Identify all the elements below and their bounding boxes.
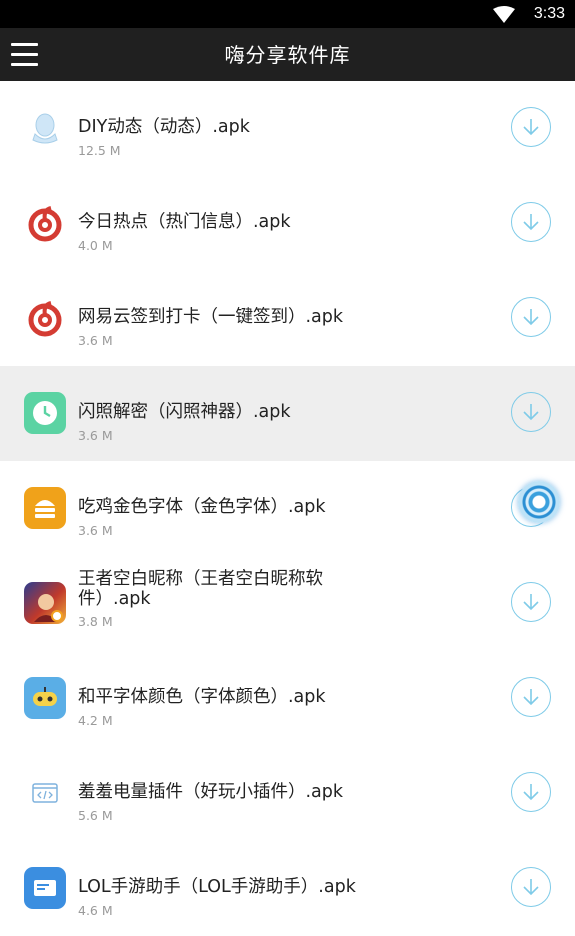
item-name: 闪照解密（闪照神器）.apk	[78, 402, 291, 422]
netease-music-icon	[24, 297, 66, 339]
download-button[interactable]	[511, 867, 551, 907]
list-item[interactable]: 闪照解密（闪照神器）.apk 3.6 M	[0, 366, 575, 461]
list-item[interactable]: LOL手游助手（LOL手游助手）.apk 4.6 M	[0, 841, 575, 936]
item-name: 今日热点（热门信息）.apk	[78, 212, 291, 232]
code-window-icon	[24, 772, 66, 814]
download-arrow-icon	[523, 594, 539, 611]
item-size: 3.6 M	[78, 523, 113, 538]
app-list: DIY动态（动态）.apk 12.5 M 今日热点（热门信息）.apk 4.0 …	[0, 81, 575, 936]
download-button[interactable]	[511, 772, 551, 812]
list-item[interactable]: 羞羞电量插件（好玩小插件）.apk 5.6 M	[0, 746, 575, 841]
floating-assistive-button[interactable]	[518, 481, 560, 523]
download-button[interactable]	[511, 582, 551, 622]
status-time: 3:33	[533, 5, 565, 22]
list-item[interactable]: 吃鸡金色字体（金色字体）.apk 3.6 M	[0, 461, 575, 556]
app-bar: 嗨分享软件库	[0, 28, 575, 81]
item-size: 12.5 M	[78, 143, 121, 158]
download-button[interactable]	[511, 202, 551, 242]
item-size: 4.2 M	[78, 713, 113, 728]
download-button[interactable]	[511, 392, 551, 432]
list-item[interactable]: 网易云签到打卡（一键签到）.apk 3.6 M	[0, 271, 575, 366]
download-button[interactable]	[511, 297, 551, 337]
download-button[interactable]	[511, 677, 551, 717]
qq-penguin-icon	[24, 107, 66, 149]
item-name: LOL手游助手（LOL手游助手）.apk	[78, 877, 356, 897]
download-arrow-icon	[523, 784, 539, 801]
list-item[interactable]: 王者空白昵称（王者空白昵称软件）.apk 3.8 M	[0, 556, 575, 651]
download-arrow-icon	[523, 309, 539, 326]
item-name: 王者空白昵称（王者空白昵称软件）.apk	[78, 569, 323, 609]
item-name: 网易云签到打卡（一键签到）.apk	[78, 307, 344, 327]
list-item[interactable]: DIY动态（动态）.apk 12.5 M	[0, 81, 575, 176]
item-size: 3.6 M	[78, 428, 113, 443]
download-arrow-icon	[523, 119, 539, 136]
item-name: 吃鸡金色字体（金色字体）.apk	[78, 497, 326, 517]
item-size: 5.6 M	[78, 808, 113, 823]
list-item[interactable]: 和平字体颜色（字体颜色）.apk 4.2 M	[0, 651, 575, 746]
item-name: DIY动态（动态）.apk	[78, 117, 250, 137]
download-arrow-icon	[523, 214, 539, 231]
item-size: 3.8 M	[78, 614, 113, 629]
item-size: 3.6 M	[78, 333, 113, 348]
wifi-icon	[493, 6, 515, 23]
gold-stack-icon	[24, 487, 66, 529]
list-item[interactable]: 今日热点（热门信息）.apk 4.0 M	[0, 176, 575, 271]
blue-card-icon	[24, 867, 66, 909]
game-hero-icon	[24, 582, 66, 624]
status-bar: 3:33	[0, 0, 575, 28]
item-name: 和平字体颜色（字体颜色）.apk	[78, 687, 326, 707]
robot-face-icon	[24, 677, 66, 719]
page-title: 嗨分享软件库	[224, 43, 351, 67]
download-arrow-icon	[523, 689, 539, 706]
item-size: 4.0 M	[78, 238, 113, 253]
item-size: 4.6 M	[78, 903, 113, 918]
download-arrow-icon	[523, 879, 539, 896]
download-button[interactable]	[511, 107, 551, 147]
netease-music-icon	[24, 202, 66, 244]
download-arrow-icon	[523, 404, 539, 421]
clock-icon	[24, 392, 66, 434]
item-name: 羞羞电量插件（好玩小插件）.apk	[78, 782, 344, 802]
